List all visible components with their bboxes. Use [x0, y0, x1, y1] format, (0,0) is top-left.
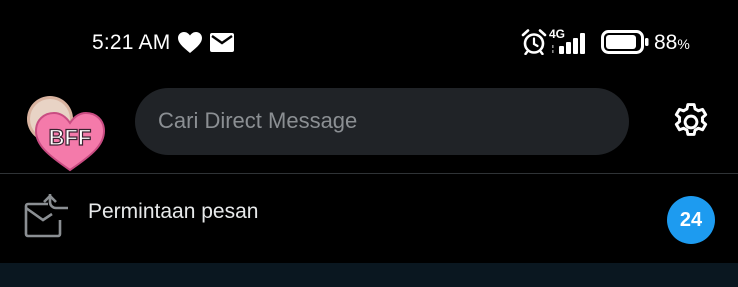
- battery-percentage: 88%: [654, 31, 690, 55]
- message-requests-count-badge: 24: [667, 196, 715, 244]
- battery-icon: [601, 30, 649, 54]
- gear-icon[interactable]: [669, 100, 713, 144]
- message-requests-row[interactable]: Permintaan pesan 24: [0, 174, 738, 263]
- status-bar: 5:21 AM 4G 88%: [0, 0, 738, 84]
- mail-incoming-icon: [24, 194, 68, 238]
- search-input[interactable]: Cari Direct Message: [135, 88, 629, 155]
- mail-icon: [210, 33, 234, 52]
- message-requests-label: Permintaan pesan: [88, 200, 259, 223]
- network-type: 4G: [549, 27, 566, 41]
- battery-value: 88: [654, 31, 678, 54]
- status-time: 5:21 AM: [92, 31, 171, 54]
- avatar[interactable]: BFF: [24, 93, 112, 173]
- battery-unit: %: [677, 36, 690, 52]
- avatar-text: BFF: [49, 125, 92, 150]
- avatar-image: BFF: [27, 96, 106, 172]
- heart-icon: [178, 32, 202, 53]
- next-list-item[interactable]: [0, 263, 738, 287]
- search-placeholder: Cari Direct Message: [158, 108, 358, 133]
- alarm-icon: [521, 29, 547, 55]
